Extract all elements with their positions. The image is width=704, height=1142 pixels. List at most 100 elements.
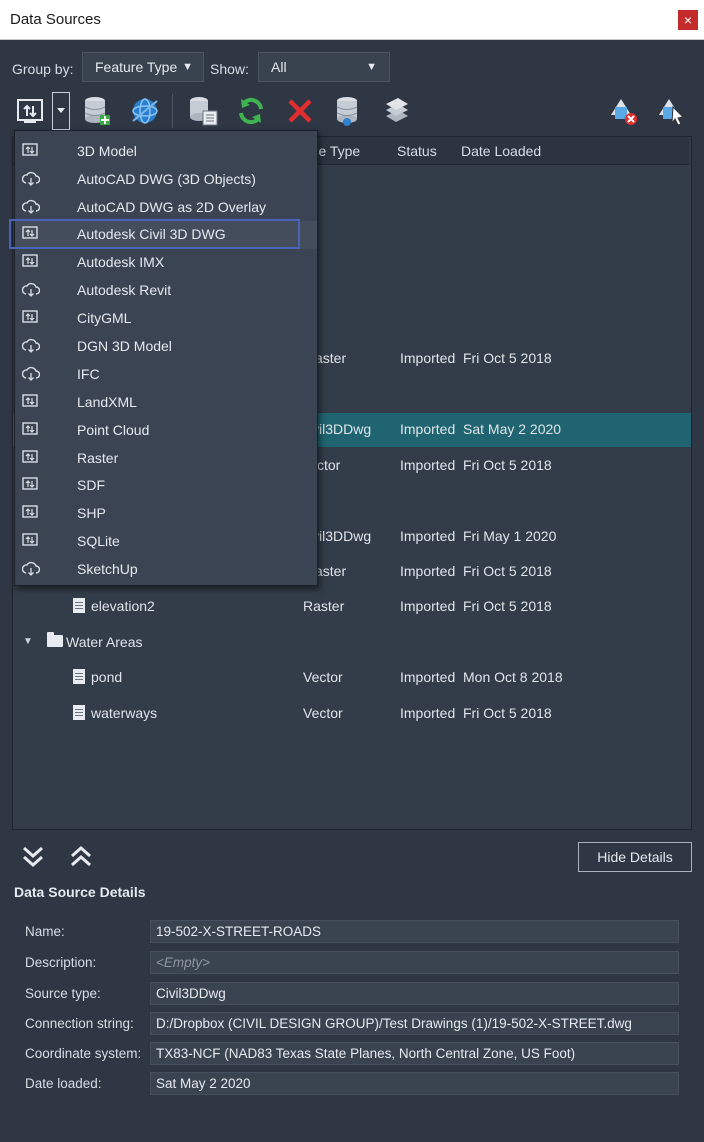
row-source-type: aster <box>315 350 347 366</box>
row-date: Fri May 1 2020 <box>463 528 557 544</box>
row-source-type: Vector <box>303 669 343 685</box>
database-add-icon[interactable] <box>80 94 114 128</box>
row-name: elevation2 <box>91 598 155 614</box>
show-select[interactable]: All ▼ <box>258 52 390 82</box>
window-title: Data Sources <box>10 11 101 28</box>
detail-row-coordinate-system: Coordinate system: TX83-NCF (NAD83 Texas… <box>0 1042 704 1066</box>
name-field[interactable]: 19-502-X-STREET-ROADS <box>150 920 679 943</box>
group-by-bar: Group by: Feature Type ▼ Show: All ▼ <box>0 40 704 86</box>
row-source-type: Raster <box>303 598 345 614</box>
chevron-down-icon: ▼ <box>366 61 377 73</box>
globe-icon[interactable] <box>128 94 162 128</box>
row-date: Fri Oct 5 2018 <box>463 563 552 579</box>
detail-label: Description: <box>25 955 97 970</box>
close-button[interactable]: × <box>678 10 698 30</box>
row-source-type: vil3DDwg <box>312 528 372 544</box>
connection-string-field[interactable]: D:/Dropbox (CIVIL DESIGN GROUP)/Test Dra… <box>150 1012 679 1035</box>
add-data-icon <box>22 505 40 521</box>
shape-select-icon[interactable] <box>654 94 688 128</box>
collapse-all-icon[interactable] <box>66 842 96 872</box>
menu-item-shp[interactable]: SHP <box>15 500 317 528</box>
menu-item-dgn-3d-model[interactable]: DGN 3D Model <box>15 333 317 361</box>
detail-row-description: Description: <Empty> <box>0 951 704 975</box>
row-source-type: ctor <box>317 457 341 473</box>
menu-item-sqlite[interactable]: SQLite <box>15 528 317 556</box>
expand-all-icon[interactable] <box>18 842 48 872</box>
row-date: Fri Oct 5 2018 <box>463 350 552 366</box>
menu-item-citygml[interactable]: CityGML <box>15 305 317 333</box>
column-header-status[interactable]: Status <box>397 143 437 159</box>
layers-icon[interactable] <box>380 94 414 128</box>
menu-item-sketchup[interactable]: SketchUp <box>15 556 317 584</box>
row-status: Imported <box>400 457 456 473</box>
data-type-dropdown-menu: 3D Model AutoCAD DWG (3D Objects) AutoCA… <box>14 130 318 586</box>
row-status: Imported <box>400 598 456 614</box>
group-by-value: Feature Type <box>95 59 178 75</box>
table-row[interactable]: waterways Vector Imported Fri Oct 5 2018 <box>13 697 691 731</box>
database-save-icon[interactable] <box>331 94 365 128</box>
cloud-download-icon <box>21 338 41 354</box>
date-loaded-field[interactable]: Sat May 2 2020 <box>150 1072 679 1095</box>
show-value: All <box>271 59 287 75</box>
row-status: Imported <box>400 350 456 366</box>
menu-item-autocad-dwg-3d[interactable]: AutoCAD DWG (3D Objects) <box>15 166 317 194</box>
title-bar: Data Sources × <box>0 0 704 40</box>
detail-label: Connection string: <box>25 1016 134 1031</box>
group-by-label: Group by: <box>12 61 74 77</box>
menu-item-ifc[interactable]: IFC <box>15 361 317 389</box>
refresh-icon[interactable] <box>234 94 268 128</box>
coordinate-system-field[interactable]: TX83-NCF (NAD83 Texas State Planes, Nort… <box>150 1042 679 1065</box>
row-date: Mon Oct 8 2018 <box>463 669 563 685</box>
detail-row-date-loaded: Date loaded: Sat May 2 2020 <box>0 1072 704 1096</box>
show-label: Show: <box>210 61 249 77</box>
row-status: Imported <box>400 563 456 579</box>
menu-focus-highlight <box>9 219 300 249</box>
row-group-name: Water Areas <box>66 634 143 650</box>
toolbar-divider <box>172 94 173 128</box>
menu-item-raster[interactable]: Raster <box>15 445 317 473</box>
menu-item-autodesk-revit[interactable]: Autodesk Revit <box>15 277 317 305</box>
cloud-download-icon <box>21 171 41 187</box>
shape-remove-icon[interactable] <box>606 94 640 128</box>
cloud-download-icon <box>21 366 41 382</box>
group-by-select[interactable]: Feature Type ▼ <box>82 52 204 82</box>
details-title: Data Source Details <box>14 884 146 900</box>
detail-row-connection-string: Connection string: D:/Dropbox (CIVIL DES… <box>0 1012 704 1036</box>
cloud-download-icon <box>21 199 41 215</box>
cloud-download-icon <box>21 561 41 577</box>
row-name: pond <box>91 669 123 685</box>
row-source-type: Vector <box>303 705 343 721</box>
collapse-caret-icon[interactable]: ▼ <box>23 636 33 647</box>
remove-icon[interactable] <box>283 94 317 128</box>
table-row-group[interactable]: ▼ Water Areas <box>13 626 691 660</box>
menu-item-landxml[interactable]: LandXML <box>15 389 317 417</box>
detail-label: Source type: <box>25 986 101 1001</box>
row-date: Fri Oct 5 2018 <box>463 598 552 614</box>
row-source-type: vil3DDwg <box>312 421 372 437</box>
detail-label: Coordinate system: <box>25 1046 142 1061</box>
source-type-field[interactable]: Civil3DDwg <box>150 982 679 1005</box>
row-status: Imported <box>400 669 456 685</box>
detail-row-source-type: Source type: Civil3DDwg <box>0 982 704 1006</box>
add-data-icon[interactable] <box>14 94 48 128</box>
menu-item-autocad-dwg-2d-overlay[interactable]: AutoCAD DWG as 2D Overlay <box>15 194 317 222</box>
refresh-source-icon[interactable] <box>186 94 220 128</box>
dropdown-arrow-icon[interactable] <box>52 92 70 130</box>
table-row[interactable]: elevation2 Raster Imported Fri Oct 5 201… <box>13 590 691 624</box>
add-data-icon <box>22 254 40 270</box>
add-data-icon <box>22 533 40 549</box>
menu-item-sdf[interactable]: SDF <box>15 472 317 500</box>
column-header-date-loaded[interactable]: Date Loaded <box>461 143 541 159</box>
document-icon <box>73 705 85 720</box>
row-date: Sat May 2 2020 <box>463 421 562 437</box>
menu-item-3d-model[interactable]: 3D Model <box>15 138 317 166</box>
hide-details-button[interactable]: Hide Details <box>578 842 692 872</box>
description-field[interactable]: <Empty> <box>150 951 679 974</box>
table-row[interactable]: pond Vector Imported Mon Oct 8 2018 <box>13 661 691 695</box>
menu-item-point-cloud[interactable]: Point Cloud <box>15 417 317 445</box>
detail-label: Date loaded: <box>25 1076 102 1091</box>
folder-icon <box>47 632 63 647</box>
row-name: waterways <box>91 705 158 721</box>
menu-item-autodesk-imx[interactable]: Autodesk IMX <box>15 249 317 277</box>
add-data-icon <box>22 422 40 438</box>
